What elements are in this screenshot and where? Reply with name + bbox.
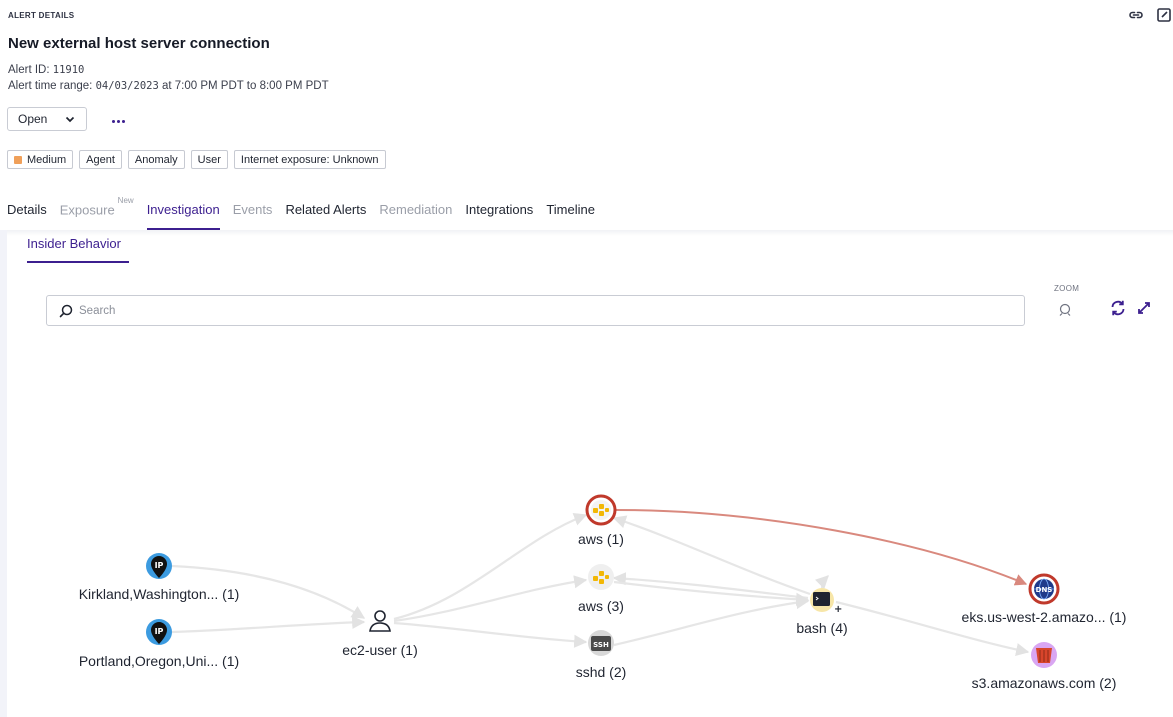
edge-sshd-bash bbox=[613, 596, 810, 647]
svg-text:+: + bbox=[834, 604, 842, 615]
edge-aws1-eks bbox=[615, 509, 1028, 586]
node-label-bash: bash (4) bbox=[796, 620, 847, 636]
node-eks[interactable]: DNS eks.us-west-2.amazo... (1) bbox=[962, 573, 1127, 625]
svg-text:SSH: SSH bbox=[593, 641, 609, 649]
node-label-portland: Portland,Oregon,Uni... (1) bbox=[79, 653, 239, 669]
insider-behavior-graph: IP Kirkland,Washington... (1) IP Portlan… bbox=[79, 494, 1127, 691]
svg-text:IP: IP bbox=[155, 561, 164, 570]
node-aws1[interactable]: aws (1) bbox=[578, 494, 624, 547]
node-aws3[interactable]: aws (3) bbox=[578, 564, 624, 614]
node-s3[interactable]: s3.amazonaws.com (2) bbox=[972, 642, 1117, 691]
svg-text:DNS: DNS bbox=[1036, 586, 1053, 594]
node-label-kirkland: Kirkland,Washington... (1) bbox=[79, 586, 240, 602]
edge-bash-aws1 bbox=[612, 515, 811, 596]
node-label-aws3: aws (3) bbox=[578, 598, 624, 614]
edge-bash-aws3 bbox=[612, 572, 809, 600]
node-kirkland[interactable]: IP Kirkland,Washington... (1) bbox=[79, 553, 240, 602]
node-portland[interactable]: IP Portland,Oregon,Uni... (1) bbox=[79, 619, 239, 669]
node-label-ec2user: ec2-user (1) bbox=[342, 642, 417, 658]
node-label-aws1: aws (1) bbox=[578, 531, 624, 547]
aws-process-icon bbox=[585, 494, 617, 526]
edge-ec2user-aws1 bbox=[393, 513, 588, 621]
user-icon bbox=[367, 608, 393, 634]
ip-location-icon: IP bbox=[146, 619, 172, 645]
aws-process-icon bbox=[588, 564, 614, 590]
edge-ec2user-sshd bbox=[393, 621, 588, 648]
node-label-sshd: sshd (2) bbox=[576, 664, 627, 680]
dns-icon: DNS bbox=[1028, 573, 1060, 605]
node-bash[interactable]: + bash (4) bbox=[796, 588, 848, 636]
svg-text:IP: IP bbox=[155, 627, 164, 636]
edge-portland-ec2user bbox=[171, 615, 366, 634]
edge-bash-self bbox=[814, 575, 829, 590]
ip-location-icon: IP bbox=[146, 553, 172, 579]
ssh-icon: SSH bbox=[588, 630, 614, 656]
node-label-s3: s3.amazonaws.com (2) bbox=[972, 675, 1117, 691]
node-sshd[interactable]: SSH sshd (2) bbox=[576, 630, 627, 680]
edge-ec2user-aws3 bbox=[393, 575, 588, 623]
s3-bucket-icon bbox=[1031, 642, 1057, 668]
node-label-eks: eks.us-west-2.amazo... (1) bbox=[962, 609, 1127, 625]
edge-aws3-bash bbox=[613, 580, 810, 606]
